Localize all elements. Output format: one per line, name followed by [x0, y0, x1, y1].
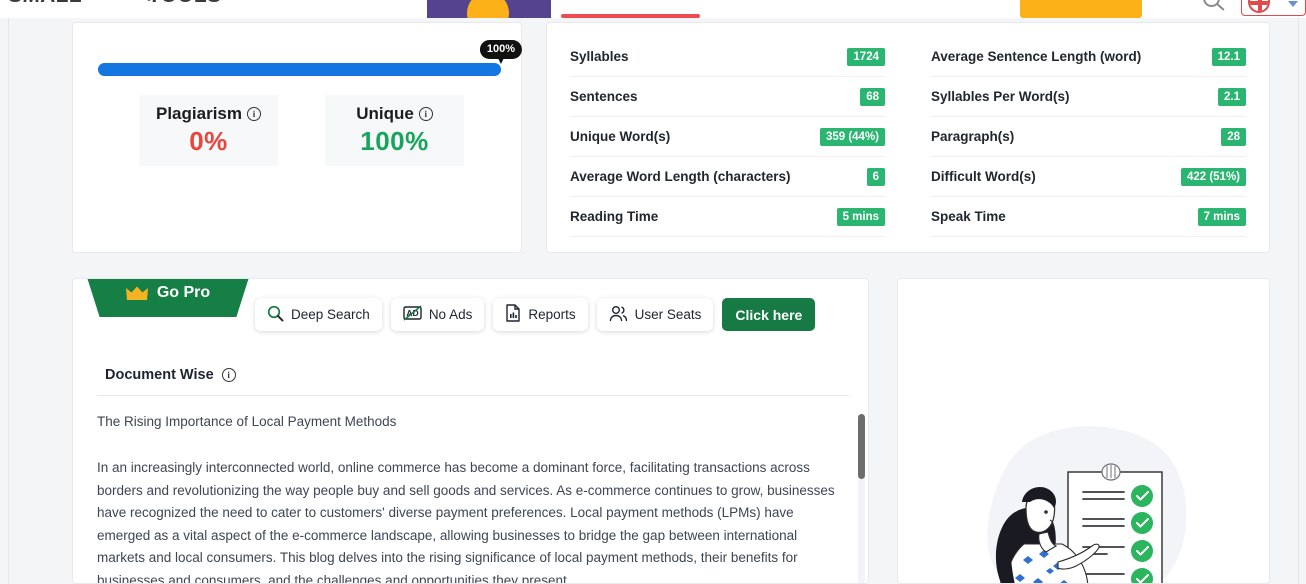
stat-value-badge: 2.1 [1218, 87, 1246, 106]
stats-column-right: Average Sentence Length (word) 12.1 Syllab… [908, 23, 1269, 252]
page-root: SMALL TOOLS 100% Plagiarism [0, 0, 1306, 584]
language-selector[interactable] [1241, 0, 1306, 16]
stat-name: Average Word Length (characters) [570, 169, 791, 184]
pill-deep-search[interactable]: Deep Search [255, 298, 382, 331]
click-here-button[interactable]: Click here [722, 298, 816, 331]
chevron-down-icon [1288, 1, 1298, 7]
text-statistics-card: Syllables 1724 Sentences 68 Unique Word(s) 35… [546, 22, 1270, 253]
site-header: SMALL TOOLS [0, 0, 1306, 18]
pill-label: No Ads [428, 307, 473, 322]
score-label-text: Plagiarism [156, 104, 242, 123]
document-wise-label: Document Wise [105, 367, 214, 383]
stat-row: Syllables 1724 [570, 37, 885, 77]
score-label-unique: Unique i [356, 104, 433, 124]
search-icon [267, 305, 284, 325]
document-text-scrollarea[interactable]: The Rising Importance of Local Payment M… [97, 414, 865, 584]
no-ads-icon: AD [403, 305, 422, 324]
info-icon[interactable]: i [418, 107, 433, 121]
woman-with-checklist-illustration [898, 404, 1269, 583]
stat-name: Syllables [570, 49, 629, 64]
score-box-plagiarism: Plagiarism i 0% [139, 95, 278, 166]
scrollbar-thumb[interactable] [858, 414, 865, 479]
pill-user-seats[interactable]: User Seats [596, 298, 714, 331]
site-logo[interactable]: SMALL TOOLS [8, 0, 221, 8]
flag-icon [1248, 0, 1270, 13]
document-panel: Go Pro Deep Search AD No Ads [72, 278, 869, 584]
pill-label: Deep Search [291, 307, 370, 322]
stat-row: Speak Time 7 mins [931, 197, 1246, 237]
header-promo-banner[interactable] [427, 0, 551, 18]
stat-name: Average Sentence Length (word) [931, 49, 1142, 64]
scrollbar-track[interactable] [858, 414, 865, 583]
document-paragraph: In an increasingly interconnected world,… [97, 460, 835, 584]
left-rail [0, 18, 9, 584]
users-icon [609, 305, 628, 325]
active-nav-underline [561, 14, 700, 18]
coin-icon [467, 0, 509, 18]
document-title: The Rising Importance of Local Payment M… [97, 414, 397, 429]
info-icon[interactable]: i [247, 107, 261, 121]
stat-name: Reading Time [570, 209, 659, 224]
stat-value-badge: 359 (44%) [819, 127, 885, 146]
stat-name: Difficult Word(s) [931, 169, 1036, 184]
stat-value-badge: 6 [866, 167, 885, 186]
document-wise-heading: Document Wise i [105, 367, 236, 383]
stat-row: Syllables Per Word(s) 2.1 [931, 77, 1246, 117]
progress-fill [98, 63, 501, 76]
score-label-plagiarism: Plagiarism i [156, 104, 261, 124]
illustration-card [897, 278, 1270, 584]
pill-label: Reports [528, 307, 576, 322]
go-pro-tab[interactable]: Go Pro [84, 279, 252, 317]
stat-name: Paragraph(s) [931, 129, 1015, 144]
right-rail [1298, 18, 1306, 584]
stats-column-left: Syllables 1724 Sentences 68 Unique Word(s) 35… [547, 23, 908, 252]
plagiarism-score-card: 100% Plagiarism i 0% Unique i 100% [72, 22, 523, 253]
stat-row: Difficult Word(s) 422 (51%) [931, 157, 1246, 197]
logo-text-right: TOOLS [148, 0, 221, 8]
search-icon[interactable] [1203, 0, 1220, 7]
score-value-unique: 100% [360, 126, 429, 156]
crown-icon [125, 286, 148, 301]
pro-feature-bar: Go Pro Deep Search AD No Ads [73, 279, 868, 339]
report-document-icon [505, 304, 521, 325]
score-box-unique: Unique i 100% [325, 95, 464, 166]
stat-value-badge: 422 (51%) [1180, 167, 1246, 186]
info-icon[interactable]: i [221, 368, 236, 382]
score-boxes: Plagiarism i 0% Unique i 100% [139, 95, 464, 166]
progress-tooltip: 100% [479, 40, 523, 64]
stat-value-badge: 1724 [847, 47, 885, 66]
stat-name: Speak Time [931, 209, 1006, 224]
stat-value-badge: 28 [1221, 127, 1246, 146]
stat-row: Average Word Length (characters) 6 [570, 157, 885, 197]
stat-row: Unique Word(s) 359 (44%) [570, 117, 885, 157]
stat-value-badge: 68 [860, 87, 885, 106]
pro-pill-row: Deep Search AD No Ads Reports [255, 298, 816, 331]
stat-row: Sentences 68 [570, 77, 885, 117]
pill-label: User Seats [634, 307, 702, 322]
stat-row: Reading Time 5 mins [570, 197, 885, 237]
stat-name: Unique Word(s) [570, 129, 671, 144]
logo-text-left: SMALL [8, 0, 82, 8]
stat-value-badge: 7 mins [1197, 207, 1246, 226]
pill-reports[interactable]: Reports [493, 298, 588, 331]
progress-bar: 100% [98, 40, 523, 76]
score-value-plagiarism: 0% [189, 126, 228, 156]
header-upgrade-button[interactable] [1020, 0, 1142, 18]
stat-value-badge: 5 mins [836, 207, 885, 226]
pill-no-ads[interactable]: AD No Ads [390, 298, 485, 331]
stat-value-badge: 12.1 [1211, 47, 1246, 66]
stat-row: Paragraph(s) 28 [931, 117, 1246, 157]
score-label-text: Unique [356, 104, 414, 123]
go-pro-label: Go Pro [156, 284, 211, 301]
stat-name: Sentences [570, 89, 638, 104]
stat-row: Average Sentence Length (word) 12.1 [931, 37, 1246, 77]
divider [97, 395, 849, 396]
stat-name: Syllables Per Word(s) [931, 89, 1070, 104]
